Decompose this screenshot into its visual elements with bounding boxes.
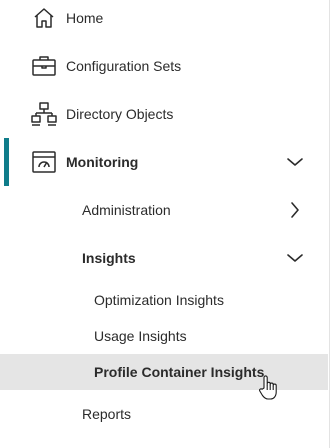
- nav-item-configuration-sets[interactable]: Configuration Sets: [0, 48, 328, 84]
- nav-item-directory-objects-label: Directory Objects: [66, 106, 174, 122]
- org-tree-icon: [30, 100, 58, 128]
- nav-item-optimization-insights-label: Optimization Insights: [94, 292, 224, 308]
- nav-item-reports-label: Reports: [82, 406, 132, 422]
- nav-item-administration-label: Administration: [82, 202, 171, 218]
- chevron-right-icon[interactable]: [285, 200, 305, 220]
- nav-item-usage-insights[interactable]: Usage Insights: [0, 318, 328, 352]
- briefcase-icon: [30, 52, 58, 80]
- nav-item-usage-insights-label: Usage Insights: [94, 328, 187, 344]
- nav-item-optimization-insights[interactable]: Optimization Insights: [0, 282, 328, 316]
- nav-item-insights[interactable]: Insights: [0, 240, 328, 276]
- nav-item-insights-label: Insights: [82, 250, 136, 266]
- nav-item-profile-container-insights-label: Profile Container Insights: [94, 364, 265, 380]
- nav-item-directory-objects[interactable]: Directory Objects: [0, 96, 328, 132]
- nav-item-home[interactable]: Home: [0, 0, 328, 36]
- nav-item-administration[interactable]: Administration: [0, 192, 328, 228]
- monitoring-dashboard-icon: [30, 148, 58, 176]
- nav-item-home-label: Home: [66, 10, 104, 26]
- home-icon: [30, 4, 58, 32]
- nav-item-configuration-sets-label: Configuration Sets: [66, 58, 182, 74]
- nav-item-monitoring[interactable]: Monitoring: [0, 138, 328, 186]
- hand-cursor-icon: [259, 375, 277, 400]
- side-navigation: Home Configuration Sets Directory Object…: [0, 0, 330, 448]
- chevron-down-icon[interactable]: [285, 248, 305, 268]
- chevron-down-icon[interactable]: [285, 152, 305, 172]
- nav-item-monitoring-label: Monitoring: [66, 154, 139, 170]
